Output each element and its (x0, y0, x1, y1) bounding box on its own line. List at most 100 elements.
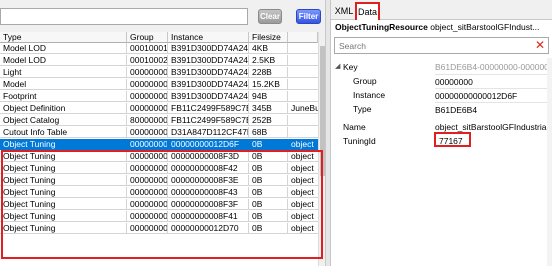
cell-filesize: 0B (249, 223, 288, 234)
cell-type: Footprint (0, 91, 127, 102)
cell-filesize: 68B (249, 127, 288, 138)
table-row[interactable]: Object Definition 00000000 FB11C2499F589C7… (0, 103, 318, 114)
cell-instance: 00000000008F42 (168, 163, 249, 174)
tab-data[interactable]: Data (355, 2, 380, 20)
table-row[interactable]: Model LOD 00010002 B391D300DD74A24D 2.5KB (0, 55, 318, 66)
tab-xml[interactable]: XML (333, 4, 355, 20)
cell-type: Object Tuning (0, 139, 127, 150)
cell-type: Object Tuning (0, 211, 127, 222)
cell-filesize: 0B (249, 151, 288, 162)
table-row[interactable]: Object Tuning 00000000 00000000012D70 0B obj… (0, 223, 318, 234)
cell-filesize: 0B (249, 211, 288, 222)
table-row[interactable]: Footprint 00000000 B391D300DD74A24D 94B (0, 91, 318, 102)
cell-name (288, 91, 318, 102)
filter-button[interactable]: Filter (296, 9, 321, 24)
cell-group: 00000000 (127, 175, 168, 186)
cell-name: object (288, 223, 318, 234)
property-type[interactable]: Type B61DE6B4 (331, 102, 549, 116)
cell-instance: 00000000008F43 (168, 187, 249, 198)
cell-instance: B391D300DD74A24D (168, 55, 249, 66)
property-value[interactable]: 77167 (439, 134, 551, 148)
cell-filesize: 252B (249, 115, 288, 126)
property-label: TuningId (343, 136, 376, 146)
cell-type: Object Tuning (0, 199, 127, 210)
cell-filesize: 15.2KB (249, 79, 288, 90)
column-header-instance[interactable]: Instance (168, 32, 249, 43)
column-header-filesize[interactable]: Filesize (249, 32, 288, 43)
cell-name (288, 127, 318, 138)
cell-name (288, 55, 318, 66)
cell-instance: FB11C2499F589C7B (168, 103, 249, 114)
property-label: Group (353, 76, 377, 86)
cell-group: 00000000 (127, 127, 168, 138)
property-name[interactable]: Name object_sitBarstoolGFIndustrial_ (331, 120, 549, 134)
cell-filesize: 0B (249, 175, 288, 186)
cell-instance: 00000000008F41 (168, 211, 249, 222)
property-value: B61DE6B4-00000000-0000000... (435, 62, 547, 72)
resource-type-label: ObjectTuningResource (335, 22, 428, 32)
cell-instance: B391D300DD74A24D (168, 79, 249, 90)
table-row[interactable]: Object Tuning 00000000 00000000008F43 0B obj… (0, 187, 318, 198)
cell-instance: 00000000008F3D (168, 151, 249, 162)
tab-strip: XML Data (331, 0, 552, 20)
cell-type: Object Tuning (0, 187, 127, 198)
property-label: Type (353, 104, 372, 114)
cell-filesize: 0B (249, 199, 288, 210)
cell-name: object (288, 139, 318, 150)
cell-group: 00000000 (127, 163, 168, 174)
table-row[interactable]: Light 00000000 B391D300DD74A24D 228B (0, 67, 318, 78)
cell-filesize: 0B (249, 139, 288, 150)
table-row[interactable]: Cutout Info Table 00000000 D31A847D112CF47… (0, 127, 318, 138)
cell-filesize: 0B (249, 187, 288, 198)
collapse-arrow-icon[interactable]: ◢ (335, 60, 340, 74)
cell-name (288, 115, 318, 126)
cell-name: object (288, 211, 318, 222)
filter-input[interactable] (0, 8, 248, 25)
resource-list-pane: Clear Filter Type Group Instance Filesiz… (0, 0, 325, 266)
table-row[interactable]: Object Tuning 00000000 00000000008F41 0B obj… (0, 211, 318, 222)
property-label: Key (343, 62, 358, 72)
table-row[interactable]: Object Catalog 80000000 FB11C2499F589C7B 25… (0, 115, 318, 126)
grid-scrollbar[interactable] (318, 32, 325, 266)
table-row[interactable]: Object Tuning 00000000 00000000008F42 0B obj… (0, 163, 318, 174)
property-tuning-id[interactable]: TuningId 77167 (331, 134, 549, 148)
column-header-name[interactable] (288, 32, 318, 43)
property-instance[interactable]: Instance 00000000000012D6F (331, 88, 549, 102)
property-key[interactable]: ◢ Key B61DE6B4-00000000-0000000... (331, 60, 549, 74)
cell-group: 00000000 (127, 91, 168, 102)
cell-instance: 00000000008F3E (168, 175, 249, 186)
resource-name-label: object_sitBarstoolGFIndust... (427, 22, 540, 32)
cell-name: object (288, 199, 318, 210)
cell-instance: B391D300DD74A24D (168, 67, 249, 78)
cell-name (288, 67, 318, 78)
cell-instance: B391D300DD74A24D (168, 91, 249, 102)
clear-button[interactable]: Clear (258, 9, 282, 24)
table-row[interactable]: Model 00000000 B391D300DD74A24D 15.2KB (0, 79, 318, 90)
cell-filesize: 4KB (249, 43, 288, 54)
cell-type: Object Tuning (0, 163, 127, 174)
close-icon[interactable]: ✕ (535, 38, 545, 53)
table-row[interactable]: Object Tuning 00000000 00000000008F3D 0B obj… (0, 151, 318, 162)
property-value[interactable]: 00000000000012D6F (435, 88, 547, 103)
properties-scrollbar[interactable] (547, 58, 552, 266)
cell-group: 00010002 (127, 55, 168, 66)
table-row[interactable]: Object Tuning 00000000 00000000008F3E 0B obj… (0, 175, 318, 186)
column-header-type[interactable]: Type (0, 32, 127, 43)
property-label: Name (343, 122, 366, 132)
resource-grid: Type Group Instance Filesize Model LOD 00… (0, 32, 318, 266)
cell-type: Object Tuning (0, 151, 127, 162)
table-row[interactable]: Object Tuning 00000000 00000000008F3F 0B obj… (0, 199, 318, 210)
grid-header: Type Group Instance Filesize (0, 32, 318, 43)
search-input[interactable] (335, 38, 523, 53)
column-header-group[interactable]: Group (127, 32, 168, 43)
cell-name: JuneBu (288, 103, 318, 114)
property-group[interactable]: Group 00000000 (331, 74, 549, 88)
cell-name (288, 43, 318, 54)
property-value[interactable]: 00000000 (435, 74, 547, 89)
property-value[interactable]: object_sitBarstoolGFIndustrial_ (435, 120, 547, 134)
cell-group: 00000000 (127, 103, 168, 114)
property-value[interactable]: B61DE6B4 (435, 102, 547, 117)
cell-type: Object Definition (0, 103, 127, 114)
table-row[interactable]: Object Tuning 00000000 00000000012D6F 0B obj… (0, 139, 318, 150)
table-row[interactable]: Model LOD 00010001 B391D300DD74A24D 4KB (0, 43, 318, 54)
